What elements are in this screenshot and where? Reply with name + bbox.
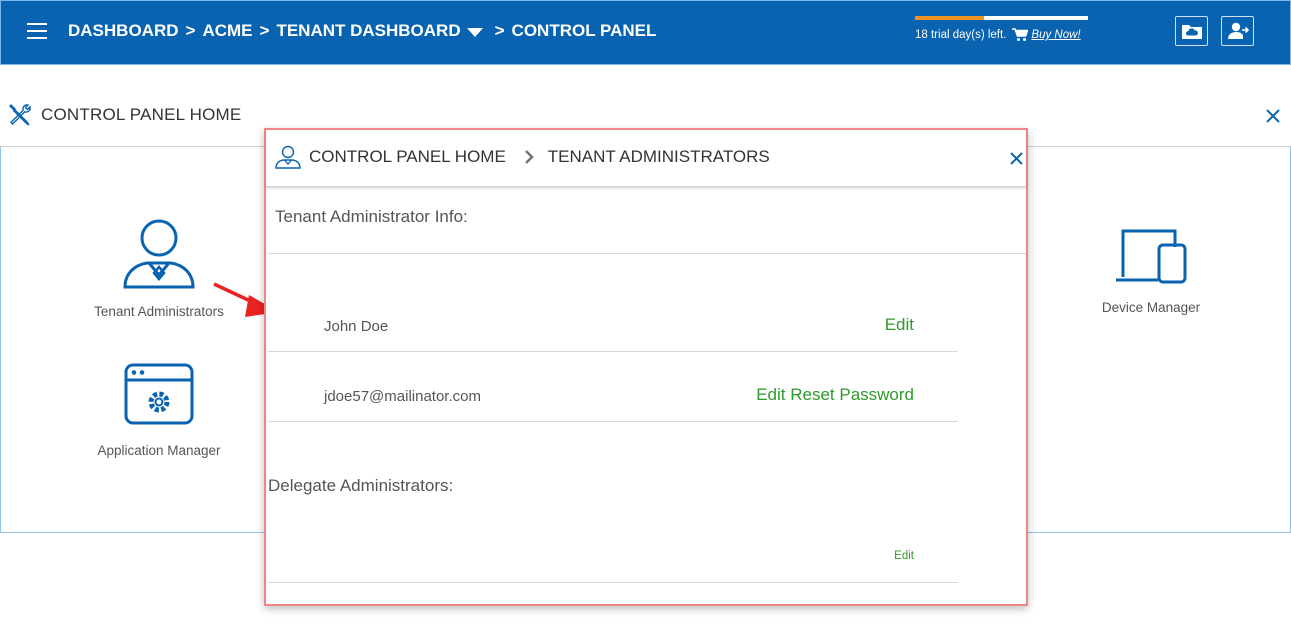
breadcrumb-tenant-dashboard[interactable]: TENANT DASHBOARD [276, 21, 460, 41]
tile-application-manager[interactable]: Application Manager [89, 362, 229, 458]
tile-label: Application Manager [97, 443, 221, 458]
edit-name-link[interactable]: Edit [885, 315, 914, 335]
tile-device-manager[interactable]: Device Manager [1081, 227, 1221, 315]
tile-label: Device Manager [1101, 300, 1201, 315]
tenant-administrators-dialog: CONTROL PANEL HOME TENANT ADMINISTRATORS… [264, 128, 1028, 606]
tile-tenant-administrators[interactable]: Tenant Administrators [89, 217, 229, 319]
breadcrumb: DASHBOARD > ACME > TENANT DASHBOARD > CO… [68, 21, 656, 41]
breadcrumb-separator: > [259, 21, 270, 40]
divider [268, 582, 958, 583]
breadcrumb-acme[interactable]: ACME [202, 21, 252, 41]
buy-now-link[interactable]: Buy Now! [1031, 29, 1080, 41]
delegate-administrators-title: Delegate Administrators: [268, 476, 454, 495]
tile-label: Tenant Administrators [94, 304, 224, 319]
breadcrumb-separator: > [494, 21, 505, 40]
breadcrumb-separator: > [185, 21, 196, 40]
close-icon[interactable] [1265, 108, 1281, 124]
control-panel-title: CONTROL PANEL HOME [41, 105, 242, 124]
breadcrumb-control-panel: CONTROL PANEL [511, 21, 657, 40]
close-icon[interactable] [1009, 151, 1024, 166]
admin-user-icon [275, 145, 301, 169]
dialog-breadcrumb-current: TENANT ADMINISTRATORS [547, 147, 770, 166]
cloud-folder-icon [1181, 25, 1202, 39]
edit-delegates-link[interactable]: Edit [894, 550, 914, 562]
top-bar: DASHBOARD > ACME > TENANT DASHBOARD > CO… [0, 0, 1291, 65]
menu-icon[interactable] [27, 23, 47, 40]
breadcrumb-dashboard[interactable]: DASHBOARD [68, 21, 179, 41]
divider [268, 351, 958, 352]
trial-progress-bar [915, 16, 1088, 20]
dialog-header: CONTROL PANEL HOME TENANT ADMINISTRATORS [266, 130, 1026, 187]
dialog-breadcrumb-home[interactable]: CONTROL PANEL HOME [309, 147, 506, 167]
edit-reset-password-link[interactable]: Edit Reset Password [756, 385, 914, 405]
trial-status: 18 trial day(s) left. Buy Now! [915, 16, 1089, 42]
cloud-folder-button[interactable] [1175, 16, 1208, 46]
devices-icon [1116, 229, 1187, 284]
tenant-admin-info-title: Tenant Administrator Info: [275, 207, 468, 226]
user-logout-button[interactable] [1221, 16, 1254, 46]
admin-name: John Doe [324, 318, 389, 335]
cart-icon [1012, 28, 1029, 41]
application-settings-icon [124, 363, 194, 425]
admin-email: jdoe57@mailinator.com [324, 388, 481, 405]
tools-icon [9, 104, 31, 126]
trial-days-text: 18 trial day(s) left. [915, 29, 1007, 41]
chevron-right-icon [524, 150, 534, 164]
user-logout-icon [1227, 22, 1249, 39]
divider [268, 253, 1026, 254]
caret-down-icon[interactable] [466, 27, 483, 37]
divider [268, 421, 958, 422]
trial-progress-fill [915, 16, 985, 20]
user-admin-icon [123, 219, 195, 289]
